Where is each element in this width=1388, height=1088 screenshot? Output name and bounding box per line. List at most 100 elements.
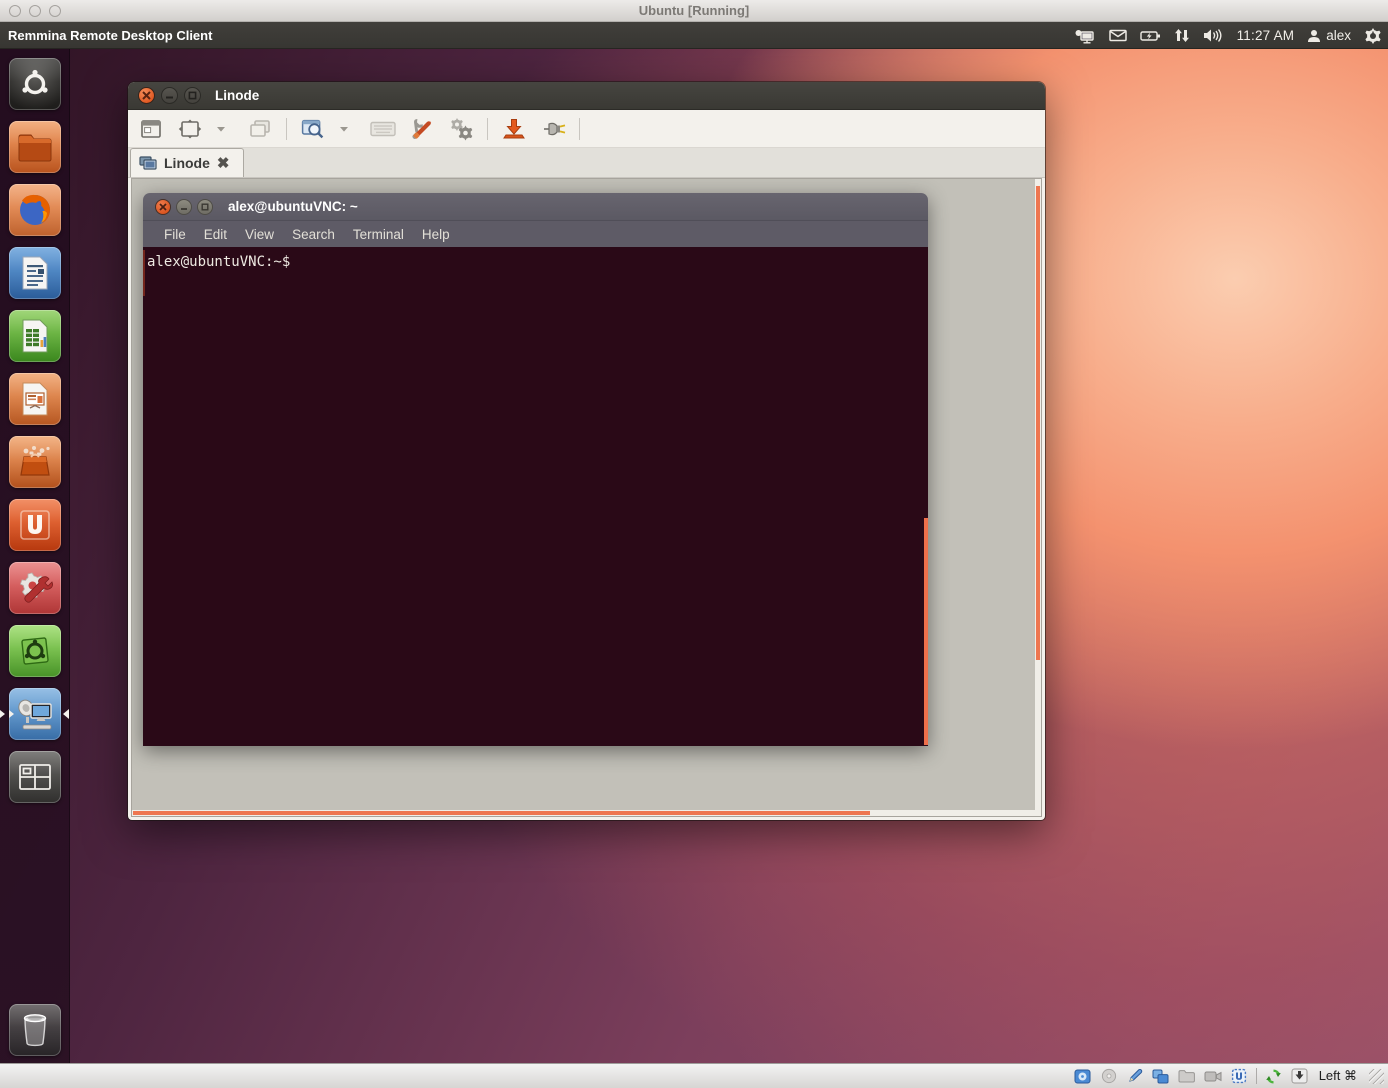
remmina-window: Linode xyxy=(128,82,1045,820)
launcher-item-libreoffice-writer[interactable] xyxy=(9,247,61,299)
hard-disks-icon[interactable] xyxy=(1074,1067,1092,1085)
scale-window-icon[interactable] xyxy=(177,116,203,142)
volume-indicator-icon[interactable] xyxy=(1203,22,1224,49)
remmina-toolbar xyxy=(128,110,1045,148)
keyboard-grab-icon[interactable] xyxy=(370,116,396,142)
launcher-item-system-settings[interactable] xyxy=(9,562,61,614)
zoom-icon[interactable] xyxy=(300,116,326,142)
terminal-minimize-button[interactable] xyxy=(176,199,192,215)
menu-search[interactable]: Search xyxy=(283,227,344,242)
screen: Ubuntu [Running] Remmina Remote Desktop … xyxy=(0,0,1388,1088)
terminal-menubar: File Edit View Search Terminal Help xyxy=(143,221,928,247)
mail-indicator-icon[interactable] xyxy=(1109,22,1127,49)
keyboard-capture-icon[interactable] xyxy=(1291,1067,1309,1085)
launcher-running-arrow xyxy=(0,710,5,718)
toolbar-separator xyxy=(487,118,488,140)
import-icon[interactable] xyxy=(501,116,527,142)
impress-icon xyxy=(19,381,51,417)
user-icon xyxy=(1307,29,1321,43)
launcher-item-workspace-switcher[interactable] xyxy=(9,751,61,803)
toolbar-separator xyxy=(286,118,287,140)
software-center-bag-icon xyxy=(16,443,54,481)
duplicate-connection-icon[interactable] xyxy=(247,116,273,142)
scale-dropdown-caret-icon[interactable] xyxy=(208,116,234,142)
window-minimize-button[interactable] xyxy=(161,87,178,104)
launcher-item-ubuntu-software-center[interactable] xyxy=(9,436,61,488)
tools-icon[interactable] xyxy=(409,116,435,142)
green-ubuntu-icon xyxy=(17,633,53,669)
viewport-vscrollbar-thumb[interactable] xyxy=(1036,186,1040,660)
video-capture-icon[interactable] xyxy=(1204,1067,1222,1085)
virtualbox-statusbar: Left ⌘ xyxy=(0,1063,1388,1088)
menu-terminal[interactable]: Terminal xyxy=(344,227,413,242)
workspace-grid-icon xyxy=(18,763,52,791)
user-menu[interactable]: alex xyxy=(1307,28,1351,43)
tab-label: Linode xyxy=(164,155,210,171)
host-window-title: Ubuntu [Running] xyxy=(0,3,1388,18)
terminal-prompt: alex@ubuntuVNC:~$ xyxy=(143,247,928,270)
virtualbox-features-icon[interactable] xyxy=(1230,1067,1248,1085)
folder-icon xyxy=(16,131,54,163)
terminal-window-title: alex@ubuntuVNC: ~ xyxy=(228,199,358,214)
menu-edit[interactable]: Edit xyxy=(195,227,236,242)
menu-help[interactable]: Help xyxy=(413,227,459,242)
viewport-hscrollbar-thumb[interactable] xyxy=(133,811,870,815)
tab-close-icon[interactable]: ✖ xyxy=(217,156,230,171)
pen-icon[interactable] xyxy=(1126,1067,1144,1085)
terminal-window: alex@ubuntuVNC: ~ File Edit View Search … xyxy=(143,193,928,746)
terminal-close-button[interactable] xyxy=(155,199,171,215)
terminal-maximize-button[interactable] xyxy=(197,199,213,215)
firefox-icon xyxy=(16,191,54,229)
terminal-body[interactable]: alex@ubuntuVNC:~$ xyxy=(143,247,928,746)
ubuntu-top-panel: Remmina Remote Desktop Client xyxy=(0,22,1388,49)
menu-file[interactable]: File xyxy=(155,227,195,242)
window-close-button[interactable] xyxy=(138,87,155,104)
network-icon[interactable] xyxy=(1152,1067,1170,1085)
launcher-item-libreoffice-calc[interactable] xyxy=(9,310,61,362)
settings-gear-wrench-icon xyxy=(16,569,54,607)
fullscreen-icon[interactable] xyxy=(138,116,164,142)
launcher-item-dash-home[interactable] xyxy=(9,58,61,110)
terminal-titlebar[interactable]: alex@ubuntuVNC: ~ xyxy=(143,193,928,221)
session-gear-icon[interactable] xyxy=(1364,22,1382,49)
mouse-integration-icon[interactable] xyxy=(1265,1067,1283,1085)
launcher-item-remmina[interactable] xyxy=(9,688,61,740)
unity-launcher xyxy=(0,49,70,1063)
zoom-dropdown-caret-icon[interactable] xyxy=(331,116,357,142)
preferences-gears-icon[interactable] xyxy=(448,116,474,142)
remmina-icon xyxy=(15,696,55,732)
panel-app-title[interactable]: Remmina Remote Desktop Client xyxy=(8,28,212,43)
menu-view[interactable]: View xyxy=(236,227,283,242)
toolbar-separator xyxy=(579,118,580,140)
connection-folder-icon xyxy=(139,156,157,170)
username-label: alex xyxy=(1326,28,1351,43)
launcher-item-ubuntu-one[interactable] xyxy=(9,499,61,551)
remote-desktop-viewport[interactable]: alex@ubuntuVNC: ~ File Edit View Search … xyxy=(131,178,1042,817)
remmina-titlebar[interactable]: Linode xyxy=(128,82,1045,110)
terminal-scrollbar-artifact[interactable] xyxy=(924,518,928,745)
launcher-item-firefox[interactable] xyxy=(9,184,61,236)
shared-folders-icon[interactable] xyxy=(1178,1067,1196,1085)
launcher-item-ubuntu-software-green[interactable] xyxy=(9,625,61,677)
dash-home-icon xyxy=(17,66,53,102)
optical-drives-icon[interactable] xyxy=(1100,1067,1118,1085)
calc-icon xyxy=(19,318,51,354)
panel-clock[interactable]: 11:27 AM xyxy=(1237,28,1295,43)
battery-indicator-icon[interactable] xyxy=(1140,22,1161,49)
launcher-item-trash[interactable] xyxy=(9,1004,61,1056)
host-key-label: Left ⌘ xyxy=(1319,1068,1357,1084)
remote-desktop-indicator-icon[interactable] xyxy=(1074,22,1096,49)
network-updown-indicator-icon[interactable] xyxy=(1174,22,1190,49)
running-indicator-arrow xyxy=(9,710,14,718)
window-maximize-button[interactable] xyxy=(184,87,201,104)
host-titlebar: Ubuntu [Running] xyxy=(0,0,1388,22)
remmina-window-title: Linode xyxy=(215,88,259,103)
statusbar-separator xyxy=(1256,1068,1257,1084)
resize-grip[interactable] xyxy=(1369,1069,1384,1084)
launcher-item-home-folder[interactable] xyxy=(9,121,61,173)
trash-icon xyxy=(19,1012,51,1048)
desktop-wallpaper: Linode xyxy=(0,49,1388,1063)
disconnect-plug-icon[interactable] xyxy=(540,116,566,142)
tab-linode[interactable]: Linode ✖ xyxy=(130,148,244,177)
launcher-item-libreoffice-impress[interactable] xyxy=(9,373,61,425)
